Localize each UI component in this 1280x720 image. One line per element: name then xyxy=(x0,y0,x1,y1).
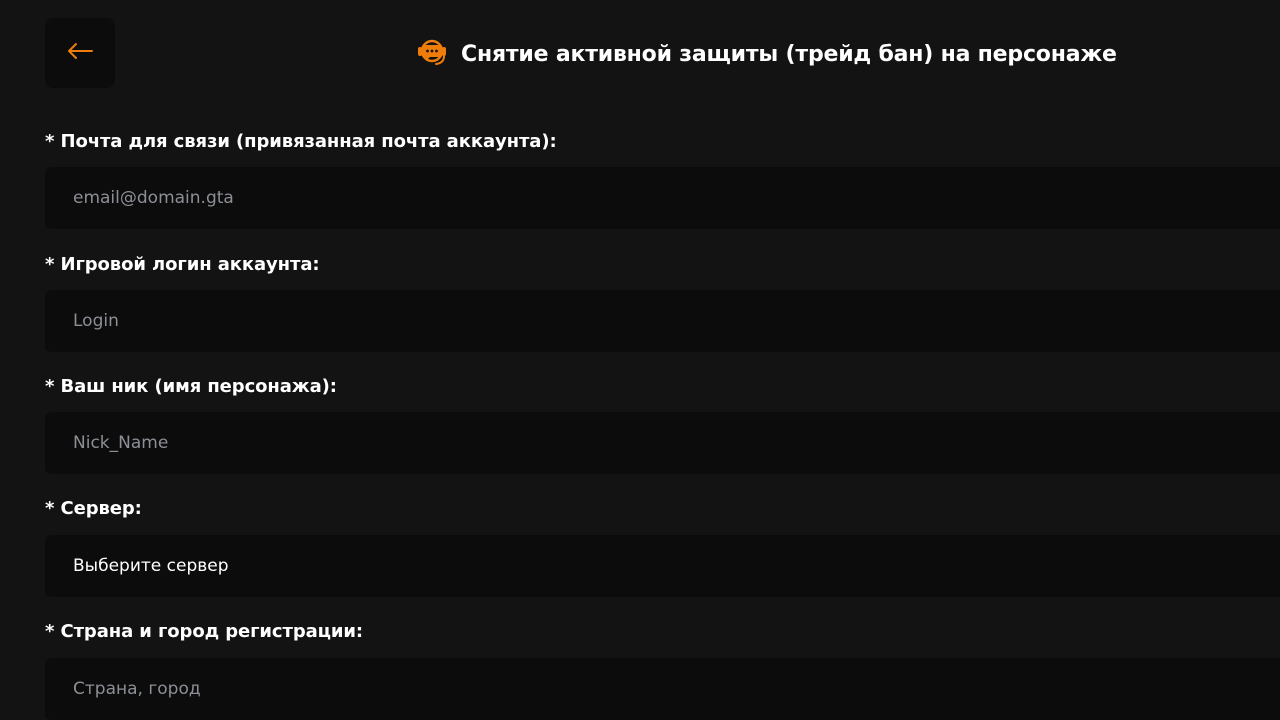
server-select-value: Выберите сервер xyxy=(73,556,229,576)
support-chat-icon xyxy=(415,37,451,71)
nick-field[interactable] xyxy=(45,412,1280,474)
arrow-left-icon xyxy=(66,42,94,64)
page-header: Снятие активной защиты (трейд бан) на пе… xyxy=(415,36,1117,72)
nick-field-label: * Ваш ник (имя персонажа): xyxy=(45,376,337,397)
page-title: Снятие активной защиты (трейд бан) на пе… xyxy=(461,41,1117,67)
server-select[interactable]: Выберите сервер xyxy=(45,535,1280,597)
login-field[interactable] xyxy=(45,290,1280,352)
login-field-label: * Игровой логин аккаунта: xyxy=(45,254,320,275)
server-field-label: * Сервер: xyxy=(45,498,142,519)
back-button[interactable] xyxy=(45,18,115,88)
location-field[interactable] xyxy=(45,658,1280,720)
support-request-page: Снятие активной защиты (трейд бан) на пе… xyxy=(0,0,1280,720)
email-field-label: * Почта для связи (привязанная почта акк… xyxy=(45,131,557,152)
location-field-label: * Страна и город регистрации: xyxy=(45,621,364,642)
email-field[interactable] xyxy=(45,167,1280,229)
